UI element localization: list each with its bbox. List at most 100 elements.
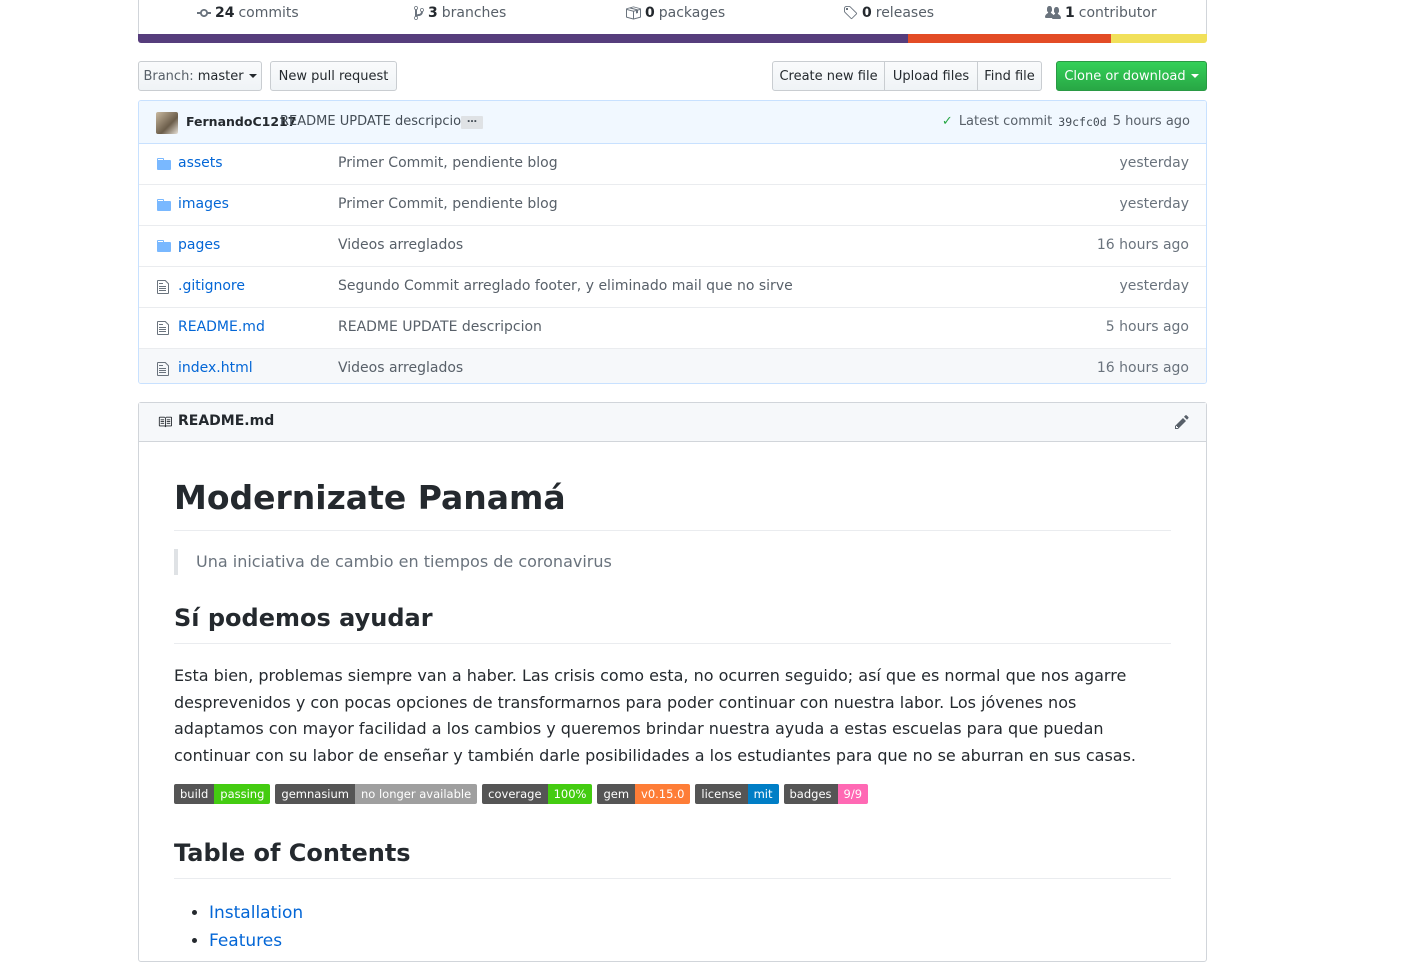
file-row: .gitignore Segundo Commit arreglado foote… <box>139 266 1206 307</box>
file-icon <box>156 361 172 377</box>
file-age: yesterday <box>1119 196 1189 212</box>
file-commit-message[interactable]: Primer Commit, pendiente blog <box>338 196 558 212</box>
divider <box>174 530 1171 531</box>
folder-icon <box>156 156 172 172</box>
language-segment[interactable] <box>907 34 1111 43</box>
heading-toc: Table of Contents <box>174 839 411 867</box>
find-file-button[interactable]: Find file <box>977 61 1042 91</box>
folder-icon <box>156 197 172 213</box>
package-icon <box>626 6 641 20</box>
badge-value: v0.15.0 <box>635 784 691 804</box>
latest-commit-info: ✓ Latest commit 39cfc0d 5 hours ago <box>942 114 1190 129</box>
file-name-link[interactable]: pages <box>178 237 220 253</box>
new-pull-request-button[interactable]: New pull request <box>270 61 397 91</box>
check-icon: ✓ <box>941 114 953 129</box>
badge-value: no longer available <box>355 784 478 804</box>
file-commit-message[interactable]: Videos arreglados <box>338 360 463 376</box>
caret-down-icon <box>248 74 257 78</box>
badge-label: gemnasium <box>275 784 355 804</box>
commits-count: 24 <box>215 5 235 21</box>
badge[interactable]: gemnasium no longer available <box>275 784 478 804</box>
badge-row: build passing gemnasium no longer available… <box>174 784 869 804</box>
commits-link[interactable]: 24 commits <box>197 5 299 21</box>
latest-commit-bar: FernandoC1217 README UPDATE descripcion … <box>139 101 1206 144</box>
readme-box: README.md Modernizate Panamá Una iniciat… <box>138 402 1207 962</box>
create-new-file-button[interactable]: Create new file <box>772 61 885 91</box>
file-icon <box>156 320 172 336</box>
caret-down-icon <box>1190 74 1199 78</box>
branch-name: master <box>197 68 244 84</box>
file-actions: Create new file Upload files Find file <box>772 61 1042 91</box>
packages-count: 0 <box>645 5 655 21</box>
file-age: 16 hours ago <box>1096 360 1189 376</box>
badge-label: coverage <box>482 784 548 804</box>
clone-label: Clone or download <box>1064 68 1186 84</box>
heading-help: Sí podemos ayudar <box>174 604 433 632</box>
file-age: 16 hours ago <box>1096 237 1189 253</box>
file-commit-message[interactable]: Videos arreglados <box>338 237 463 253</box>
commit-message[interactable]: README UPDATE descripcion <box>280 114 469 129</box>
file-row: pages Videos arreglados 16 hours ago <box>139 225 1206 266</box>
file-row: index.html Videos arreglados 16 hours ago <box>139 348 1206 383</box>
badge-label: badges <box>783 784 838 804</box>
file-name-link[interactable]: assets <box>178 155 223 171</box>
file-commit-message[interactable]: Primer Commit, pendiente blog <box>338 155 558 171</box>
file-name-link[interactable]: README.md <box>178 319 265 335</box>
file-icon <box>156 279 172 295</box>
badge-value: 100% <box>547 784 593 804</box>
file-commit-message[interactable]: Segundo Commit arreglado footer, y elimi… <box>338 278 793 294</box>
badge-value: mit <box>747 784 779 804</box>
toc-list: InstallationFeatures <box>174 899 303 955</box>
commit-age: 5 hours ago <box>1112 114 1190 129</box>
clone-or-download-button[interactable]: Clone or download <box>1056 61 1207 91</box>
contributors-link[interactable]: 1 contributor <box>1045 5 1157 21</box>
file-commit-message[interactable]: README UPDATE descripcion <box>338 319 542 335</box>
branches-count: 3 <box>428 5 438 21</box>
file-name-link[interactable]: index.html <box>178 360 253 376</box>
releases-count: 0 <box>862 5 872 21</box>
badge[interactable]: coverage 100% <box>482 784 593 804</box>
commits-label: commits <box>238 5 299 21</box>
readme-paragraph: Esta bien, problemas siempre van a haber… <box>174 666 1136 765</box>
divider <box>174 643 1171 644</box>
upload-files-button[interactable]: Upload files <box>884 61 978 91</box>
badge[interactable]: build passing <box>174 784 271 804</box>
branch-select-button[interactable]: Branch: master <box>138 61 262 91</box>
tag-icon <box>844 6 858 20</box>
toc-link[interactable]: Installation <box>209 899 303 927</box>
toc-link[interactable]: Features <box>209 927 303 955</box>
language-segment[interactable] <box>138 34 908 43</box>
packages-link[interactable]: 0 packages <box>625 5 725 21</box>
file-name-link[interactable]: .gitignore <box>178 278 245 294</box>
branches-link[interactable]: 3 branches <box>414 5 506 21</box>
file-row: README.md README UPDATE descripcion 5 hour… <box>139 307 1206 348</box>
author-avatar[interactable] <box>156 112 178 134</box>
expand-commit-button[interactable]: … <box>461 115 483 129</box>
badge[interactable]: license mit <box>695 784 779 804</box>
file-table: FernandoC1217 README UPDATE descripcion … <box>138 100 1207 384</box>
readme-title: Modernizate Panamá <box>174 478 566 517</box>
file-row: assets Primer Commit, pendiente blog yeste… <box>139 144 1206 184</box>
badge-label: build <box>174 784 215 804</box>
language-segment[interactable] <box>1110 34 1207 43</box>
branch-icon <box>414 5 424 21</box>
packages-label: packages <box>658 5 726 21</box>
file-age: 5 hours ago <box>1105 319 1189 335</box>
commit-sha[interactable]: 39cfc0d <box>1058 115 1106 129</box>
badge[interactable]: gem v0.15.0 <box>597 784 691 804</box>
repo-summary: 24 commits 3 branches 0 packages 0 relea… <box>138 0 1207 34</box>
file-name-link[interactable]: images <box>178 196 229 212</box>
language-bar[interactable] <box>138 34 1207 43</box>
readme-header: README.md <box>139 403 1206 442</box>
file-row: images Primer Commit, pendiente blog yeste… <box>139 184 1206 225</box>
releases-link[interactable]: 0 releases <box>843 5 934 21</box>
releases-label: releases <box>875 5 935 21</box>
contributors-label: contributor <box>1078 5 1157 21</box>
badge-value: passing <box>214 784 271 804</box>
pencil-icon[interactable] <box>1175 414 1189 430</box>
file-age: yesterday <box>1119 155 1189 171</box>
badge[interactable]: badges 9/9 <box>783 784 869 804</box>
contributors-count: 1 <box>1065 5 1075 21</box>
file-age: yesterday <box>1119 278 1189 294</box>
people-icon <box>1045 6 1061 19</box>
